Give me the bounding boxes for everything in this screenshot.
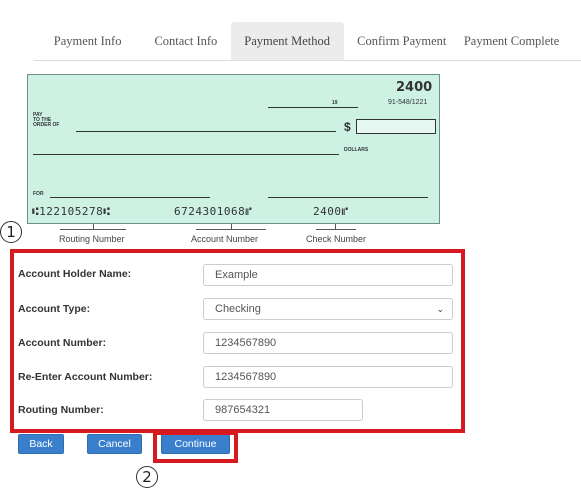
step-marker-2: 2 [136, 466, 158, 488]
account-callout-line [196, 229, 266, 230]
check-fraction-code: 91-548/1221 [388, 99, 428, 106]
check-number: 2400 [396, 80, 433, 95]
account-holder-input[interactable]: Example [203, 264, 453, 286]
account-holder-label: Account Holder Name: [18, 268, 132, 280]
check-pay-to-label: PAY TO THE ORDER OF [33, 112, 60, 128]
routing-number-label: Routing Number: [18, 404, 104, 416]
account-type-select[interactable]: Checking ⌄ [203, 298, 453, 320]
account-number-input[interactable]: 1234567890 [203, 332, 453, 354]
check-memo-line [50, 197, 210, 198]
account-number-label: Account Number: [18, 337, 107, 349]
tab-payment-info[interactable]: Payment Info [34, 22, 141, 60]
tab-payment-complete[interactable]: Payment Complete [460, 22, 581, 60]
progress-tabs: Payment Info Contact Info Payment Method… [34, 22, 581, 61]
check-date-line [268, 107, 358, 108]
tab-confirm-payment[interactable]: Confirm Payment [344, 22, 460, 60]
reenter-account-number-label: Re-Enter Account Number: [18, 371, 153, 383]
routing-number-callout: Routing Number [59, 234, 125, 244]
account-type-label: Account Type: [18, 303, 91, 315]
routing-callout-line [60, 229, 126, 230]
back-button[interactable]: Back [18, 434, 64, 454]
check-micr-account: 6724301068⑈ [174, 205, 253, 218]
continue-button-highlight [153, 431, 238, 463]
account-type-value: Checking [215, 303, 261, 315]
check-payee-line [76, 131, 336, 132]
check-amount-box [356, 119, 436, 134]
check-number-callout: Check Number [306, 234, 367, 244]
reenter-account-number-input[interactable]: 1234567890 [203, 366, 453, 388]
tab-contact-info[interactable]: Contact Info [141, 22, 230, 60]
account-number-callout: Account Number [191, 234, 259, 244]
check-callout-line [316, 229, 356, 230]
check-for-label: FOR [33, 191, 44, 197]
check-dollar-sign: $ [344, 120, 351, 134]
routing-callout-tick [93, 224, 94, 229]
chevron-down-icon: ⌄ [436, 303, 444, 314]
routing-number-input[interactable]: 987654321 [203, 399, 363, 421]
check-micr-routing: ⑆122105278⑆ [32, 205, 111, 218]
check-date-suffix: 19 [332, 100, 338, 106]
account-callout-tick [231, 224, 232, 229]
check-signature-line [268, 197, 428, 198]
check-micr-check-number: 2400⑈ [313, 205, 349, 218]
check-callout-tick [335, 224, 336, 229]
sample-check-image: 2400 19 91-548/1221 PAY TO THE ORDER OF … [27, 74, 440, 224]
tab-payment-method[interactable]: Payment Method [230, 22, 344, 60]
cancel-button[interactable]: Cancel [87, 434, 142, 454]
step-marker-1: 1 [0, 221, 22, 243]
check-written-amount-line [33, 154, 339, 155]
check-dollars-label: DOLLARS [344, 147, 369, 153]
